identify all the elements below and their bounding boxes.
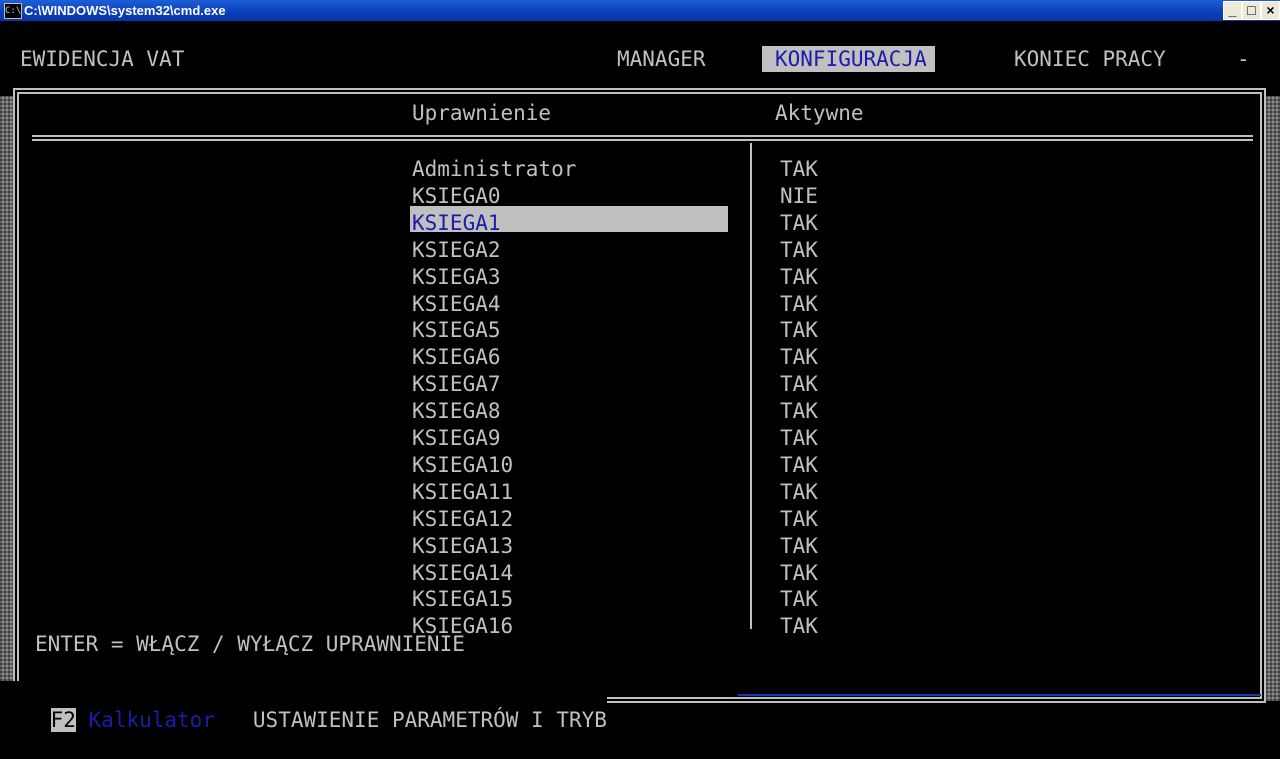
permission-active-value[interactable]: TAK — [780, 533, 818, 559]
permission-name[interactable]: KSIEGA6 — [412, 344, 501, 370]
permission-active-value[interactable]: TAK — [780, 344, 818, 370]
menu-item-koniec-pracy[interactable]: KONIEC PRACY — [1014, 46, 1166, 72]
column-header-uprawnienie: Uprawnienie — [412, 101, 552, 125]
permission-active-value[interactable]: TAK — [780, 452, 818, 478]
maximize-button[interactable]: □ — [1242, 1, 1261, 20]
minimize-button[interactable]: _ — [1223, 1, 1242, 20]
column-header-aktywne: Aktywne — [775, 101, 864, 125]
permission-name[interactable]: KSIEGA14 — [412, 560, 513, 586]
permission-name[interactable]: KSIEGA11 — [412, 479, 513, 505]
menu-item-konfiguracja[interactable]: KONFIGURACJA — [762, 46, 935, 72]
permission-name[interactable]: KSIEGA5 — [412, 317, 501, 343]
permission-active-value[interactable]: TAK — [780, 210, 818, 236]
permission-name[interactable]: KSIEGA3 — [412, 264, 501, 290]
permission-name[interactable]: KSIEGA15 — [412, 586, 513, 612]
console-app-icon[interactable]: C:\ — [4, 3, 22, 19]
app-name-label: EWIDENCJA VAT — [20, 47, 185, 71]
permission-active-value[interactable]: TAK — [780, 156, 818, 182]
menu-item-manager[interactable]: MANAGER — [617, 46, 706, 72]
permission-name[interactable]: KSIEGA8 — [412, 398, 501, 424]
status-underline — [738, 694, 1261, 696]
header-divider-bottom — [32, 139, 1253, 141]
permission-active-value[interactable]: TAK — [780, 479, 818, 505]
permission-active-value[interactable]: TAK — [780, 613, 818, 639]
permission-name[interactable]: KSIEGA2 — [412, 237, 501, 263]
left-shadow-texture — [0, 96, 13, 701]
permission-active-value[interactable]: TAK — [780, 586, 818, 612]
permission-active-value[interactable]: TAK — [780, 371, 818, 397]
permission-active-value[interactable]: TAK — [780, 317, 818, 343]
keyboard-hint: ENTER = WŁĄCZ / WYŁĄCZ UPRAWNIENIE — [35, 632, 465, 656]
permission-active-value[interactable]: TAK — [780, 560, 818, 586]
column-separator — [750, 143, 752, 629]
permission-name[interactable]: KSIEGA13 — [412, 533, 513, 559]
permission-name[interactable]: KSIEGA10 — [412, 452, 513, 478]
permission-name[interactable]: KSIEGA4 — [412, 291, 501, 317]
permission-active-value[interactable]: TAK — [780, 264, 818, 290]
frame-right-inner — [1260, 92, 1262, 699]
frame-top-outer — [13, 88, 1266, 90]
header-divider-top — [32, 135, 1253, 137]
frame-left-inner — [17, 92, 19, 699]
permission-name[interactable]: KSIEGA0 — [412, 183, 501, 209]
permission-name[interactable]: Administrator — [412, 156, 576, 182]
frame-left-outer — [13, 88, 15, 703]
permission-name[interactable]: KSIEGA12 — [412, 506, 513, 532]
frame-top-inner — [17, 92, 1262, 94]
frame-right-outer — [1264, 88, 1266, 703]
permission-name[interactable]: KSIEGA1 — [412, 210, 501, 236]
permission-active-value[interactable]: TAK — [780, 291, 818, 317]
f2-key[interactable]: F2 — [50, 708, 76, 732]
permission-name[interactable]: KSIEGA9 — [412, 425, 501, 451]
close-button[interactable]: × — [1261, 1, 1280, 20]
f2-kalkulator-label[interactable]: Kalkulator — [89, 708, 215, 732]
window-title: C:\WINDOWS\system32\cmd.exe — [24, 3, 226, 18]
menu-item-dash[interactable]: - — [1237, 46, 1250, 72]
status-text: USTAWIENIE PARAMETRÓW I TRYB — [252, 708, 607, 732]
permission-active-value[interactable]: NIE — [780, 183, 818, 209]
window-titlebar[interactable]: C:\ C:\WINDOWS\system32\cmd.exe _ □ × — [0, 0, 1280, 21]
permission-active-value[interactable]: TAK — [780, 506, 818, 532]
right-shadow-texture — [1266, 96, 1280, 701]
status-bar: F2 Kalkulator USTAWIENIE PARAMETRÓW I TR… — [0, 681, 607, 759]
console-area[interactable]: EWIDENCJA VAT MANAGER KONFIGURACJA KONIE… — [0, 21, 1280, 759]
permission-active-value[interactable]: TAK — [780, 398, 818, 424]
permission-active-value[interactable]: TAK — [780, 237, 818, 263]
permission-name[interactable]: KSIEGA7 — [412, 371, 501, 397]
permission-active-value[interactable]: TAK — [780, 425, 818, 451]
